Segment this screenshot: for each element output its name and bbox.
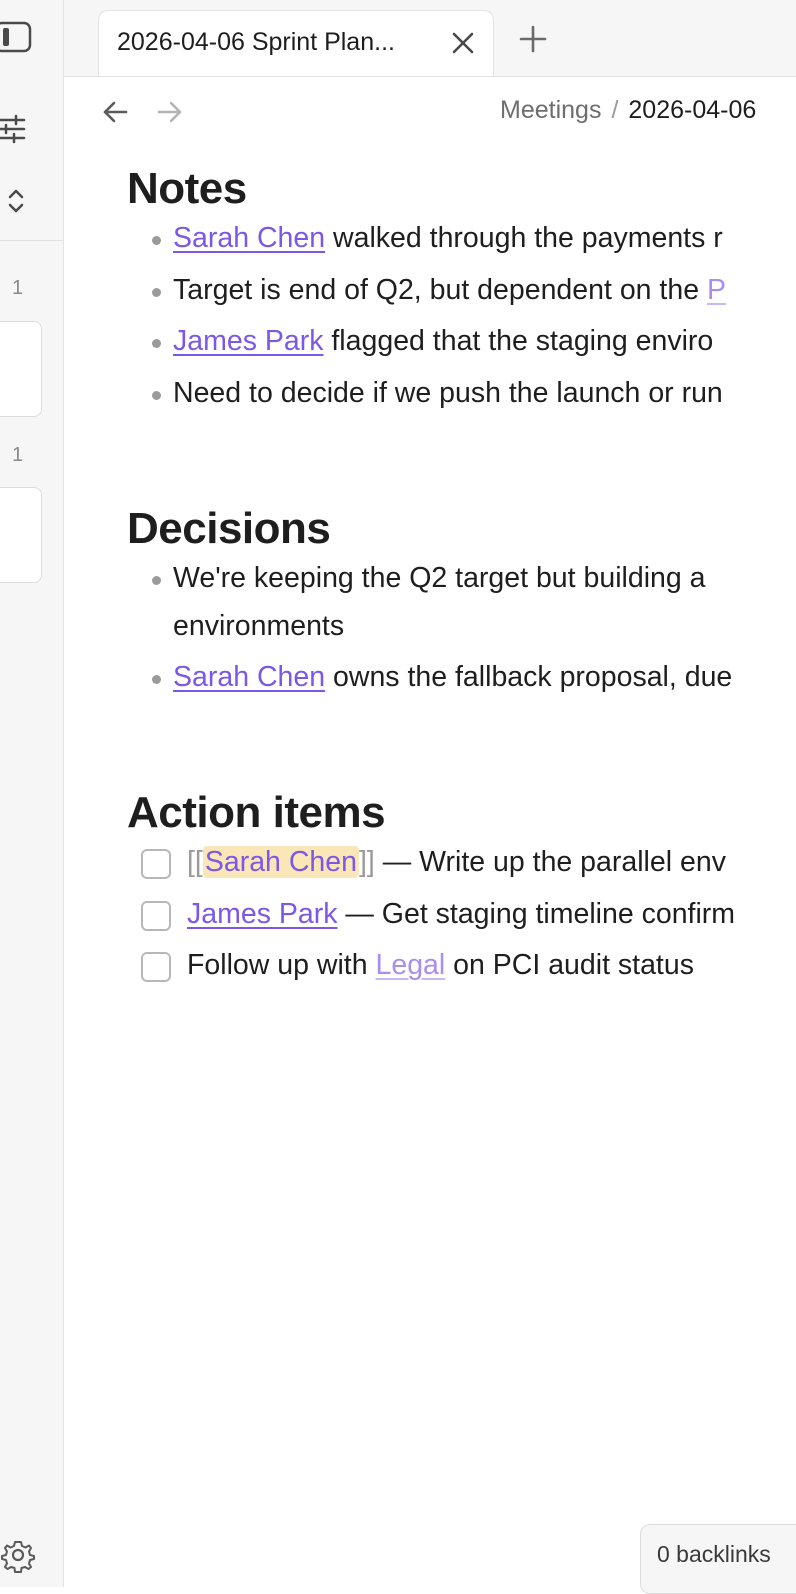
item-text: We're keeping the Q2 target but building… [173, 562, 706, 594]
arrow-right-icon[interactable] [154, 96, 186, 128]
task-checkbox[interactable] [141, 849, 171, 879]
tab-active[interactable]: 2026-04-06 Sprint Plan... [98, 10, 494, 76]
sidebar-card[interactable] [0, 321, 42, 417]
bullet-dot [152, 391, 161, 400]
internal-link[interactable]: Sarah Chen [173, 661, 325, 693]
arrow-left-icon[interactable] [100, 96, 132, 128]
internal-link[interactable]: P [707, 274, 726, 306]
task-text: Follow up with [187, 949, 376, 981]
bullet-dot [152, 576, 161, 585]
sidebar-divider [0, 240, 63, 241]
group-count: 1 [12, 444, 24, 466]
bullet-dot [152, 675, 161, 684]
item-text: Target is end of Q2, but dependent on th… [173, 274, 707, 306]
left-sidebar: 1 1 [0, 0, 64, 1587]
item-text: Need to decide if we push the launch or … [173, 377, 723, 409]
plus-icon[interactable] [516, 22, 550, 56]
internal-link[interactable]: Legal [376, 949, 446, 981]
breadcrumb-parent[interactable]: Meetings [500, 96, 601, 124]
item-text: walked through the payments r [325, 222, 723, 254]
bullet-dot [152, 236, 161, 245]
heading-notes: Notes [127, 164, 247, 213]
sliders-icon[interactable] [0, 112, 28, 146]
item-text: owns the fallback proposal, due [325, 661, 733, 693]
task-text: — Get staging timeline confirm [337, 898, 736, 930]
bullet-dot [152, 288, 161, 297]
breadcrumb-current[interactable]: 2026-04-06 [628, 96, 756, 124]
internal-link[interactable]: James Park [187, 898, 337, 930]
internal-link[interactable]: Sarah Chen [173, 222, 325, 254]
breadcrumb: Meetings / 2026-04-06 [500, 96, 756, 125]
chevron-up-down-icon[interactable] [2, 184, 30, 218]
task-checkbox[interactable] [141, 901, 171, 931]
internal-link-editing[interactable]: Sarah Chen [202, 846, 359, 878]
internal-link[interactable]: James Park [173, 325, 323, 357]
link-bracket: ]] [358, 846, 375, 878]
task-checkbox[interactable] [141, 952, 171, 982]
bullet-dot [152, 339, 161, 348]
task-text: on PCI audit status [445, 949, 694, 981]
link-bracket: [[ [187, 846, 203, 878]
heading-action-items: Action items [127, 788, 386, 837]
group-count: 1 [12, 277, 24, 299]
backlinks-badge[interactable]: 0 backlinks [640, 1524, 796, 1594]
gear-icon[interactable] [0, 1537, 36, 1573]
task-text: — Write up the parallel env [374, 846, 726, 878]
item-text: environments [173, 610, 345, 642]
tab-title: 2026-04-06 Sprint Plan... [117, 28, 395, 56]
breadcrumb-separator: / [611, 96, 619, 124]
item-text: flagged that the staging enviro [323, 325, 714, 357]
sidebar-toggle-icon[interactable] [0, 20, 34, 54]
tab-bar: 2026-04-06 Sprint Plan... [64, 0, 796, 77]
heading-decisions: Decisions [127, 504, 331, 553]
close-icon[interactable] [449, 29, 477, 57]
sidebar-card[interactable] [0, 487, 42, 583]
